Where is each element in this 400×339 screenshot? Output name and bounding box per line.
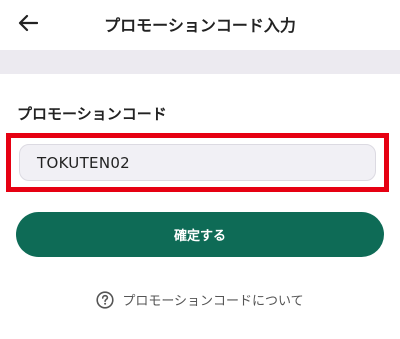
promo-code-highlight-frame: TOKUTEN02 [6,133,389,192]
question-circle-icon [96,290,114,309]
header-divider-band [0,50,400,74]
confirm-button[interactable]: 確定する [16,212,384,257]
promo-code-help-text: プロモーションコードについて [122,294,304,309]
promo-code-label: プロモーションコード [17,105,167,123]
promo-code-screen: プロモーションコード入力 プロモーションコード TOKUTEN02 確定する プ… [0,0,400,339]
promo-code-input[interactable]: TOKUTEN02 [19,144,376,181]
promo-code-input-value: TOKUTEN02 [37,153,131,172]
app-header: プロモーションコード入力 [0,0,400,50]
promo-code-help-link[interactable]: プロモーションコードについて [0,290,400,309]
page-title: プロモーションコード入力 [104,16,296,35]
